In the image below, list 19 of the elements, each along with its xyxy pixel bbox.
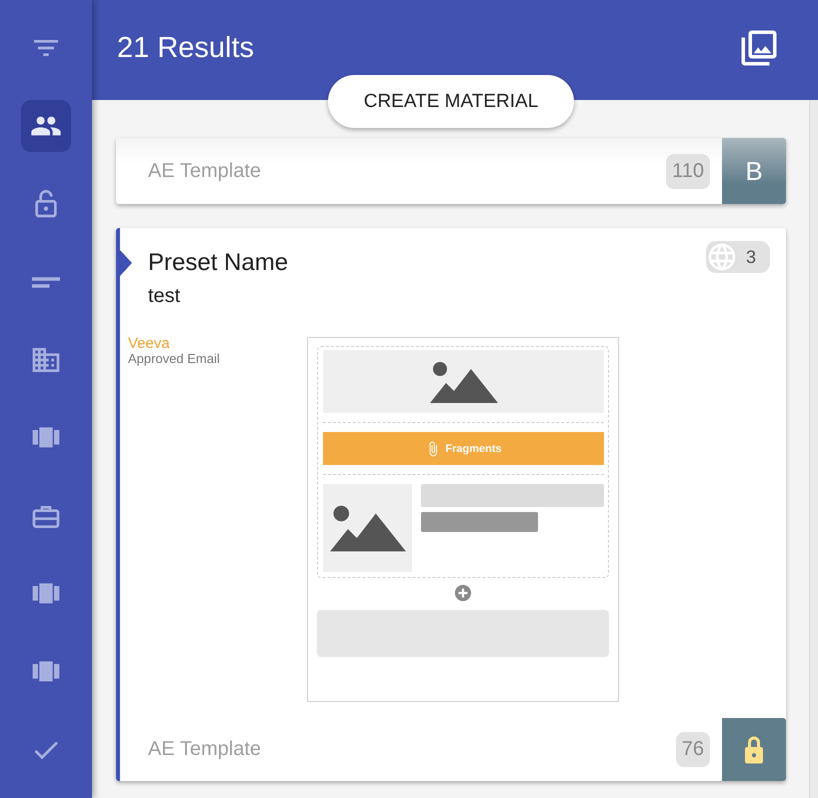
brand-caption: Approved Email [128,351,221,367]
preset-subtitle: test [148,284,180,309]
add-icon[interactable] [454,584,472,602]
create-material-button[interactable]: CREATE MATERIAL [328,75,574,128]
fragments-label: Fragments [445,442,502,454]
template-name: AE Template [148,738,262,761]
sidebar-item[interactable] [21,100,71,152]
material-card[interactable]: Preset Name test 3 Veeva Approved Email Fragments AE Template 76 [116,228,786,781]
results-title: 21 Results [117,32,254,64]
template-name: AE Template [148,160,262,182]
count-badge: 110 [666,154,710,188]
globe-icon [706,241,738,273]
short-text-icon [32,276,60,288]
brand-logo: Veeva [128,337,171,351]
preset-name: Preset Name [148,248,288,278]
language-count: 3 [744,246,757,268]
count-badge: 76 [676,732,710,767]
letter-tile: B [722,138,786,204]
pointer-icon [120,250,132,276]
